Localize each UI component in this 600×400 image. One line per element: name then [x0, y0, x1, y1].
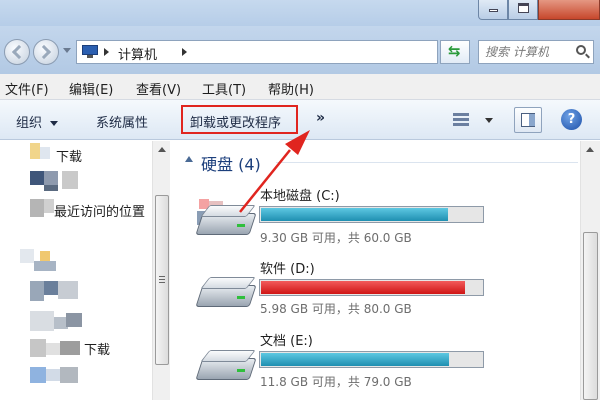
drive-usage-fill — [261, 353, 449, 366]
drive-usage-bar — [259, 351, 484, 368]
chevron-down-icon — [50, 121, 59, 126]
drive-usage-fill — [261, 208, 448, 221]
blurred-icon — [30, 367, 46, 383]
scrollbar-thumb[interactable] — [155, 195, 169, 365]
drive-space-info: 9.30 GB 可用，共 60.0 GB — [260, 231, 412, 245]
search-box[interactable] — [478, 40, 594, 64]
menu-bar: 文件(F) 编辑(E) 查看(V) 工具(T) 帮助(H) — [0, 74, 600, 100]
title-bar — [0, 0, 600, 26]
hard-drive-icon — [195, 199, 257, 239]
address-row: 计算机 ⇆ — [0, 26, 600, 74]
breadcrumb-separator-icon[interactable] — [104, 48, 109, 56]
more-commands-button[interactable]: » — [316, 110, 325, 126]
blurred-icon — [62, 171, 78, 189]
drive-space-info: 11.8 GB 可用，共 79.0 GB — [260, 375, 412, 389]
address-bar[interactable]: 计算机 — [76, 40, 509, 64]
blurred-icon — [30, 199, 44, 217]
menu-edit[interactable]: 编辑(E) — [69, 79, 113, 98]
menu-help[interactable]: 帮助(H) — [268, 79, 314, 98]
minimize-icon — [489, 9, 498, 12]
hard-drive-icon — [195, 271, 257, 311]
blurred-icon — [40, 251, 50, 261]
blurred-icon — [44, 281, 58, 295]
blurred-icon — [30, 339, 46, 357]
collapse-group-icon[interactable] — [185, 156, 193, 162]
refresh-button[interactable]: ⇆ — [440, 40, 470, 64]
blurred-icon — [30, 171, 44, 185]
drive-name: 文档 (E:) — [260, 334, 313, 349]
folder-icon — [40, 147, 50, 159]
blurred-icon — [44, 199, 54, 213]
blurred-icon — [60, 341, 80, 355]
drive-space-info: 5.98 GB 可用，共 80.0 GB — [260, 302, 412, 316]
menu-tools[interactable]: 工具(T) — [202, 79, 246, 98]
hard-drive-icon — [195, 344, 257, 384]
view-dropdown-icon[interactable] — [485, 118, 493, 123]
nav-pane-scrollbar[interactable] — [152, 141, 170, 400]
navigation-pane: 下载 最近访问的位置 下载 — [0, 141, 170, 400]
maximize-icon — [518, 3, 529, 13]
search-icon[interactable] — [576, 45, 586, 55]
help-icon[interactable]: ? — [561, 109, 582, 130]
folder-icon — [30, 143, 40, 159]
organize-label: 组织 — [16, 116, 43, 131]
forward-arrow-icon — [36, 44, 52, 60]
content-scrollbar[interactable] — [580, 141, 600, 400]
scrollbar-thumb[interactable] — [583, 232, 598, 400]
nav-item-recent-places[interactable]: 最近访问的位置 — [54, 201, 145, 220]
hard-drives-group-header[interactable]: 硬盘 (4) — [201, 151, 261, 175]
change-view-icon[interactable] — [453, 112, 469, 128]
drive-name: 本地磁盘 (C:) — [260, 189, 340, 204]
menu-file[interactable]: 文件(F) — [5, 79, 49, 98]
preview-pane-button[interactable] — [514, 107, 542, 133]
blurred-icon — [44, 171, 58, 185]
scroll-up-arrow-icon[interactable] — [586, 147, 594, 152]
drive-usage-bar — [259, 279, 484, 296]
system-properties-button[interactable]: 系统属性 — [96, 112, 148, 131]
blurred-icon — [34, 261, 56, 271]
breadcrumb-separator-icon[interactable] — [182, 48, 187, 56]
drive-usage-bar — [259, 206, 484, 223]
blurred-icon — [30, 311, 54, 331]
maximize-button[interactable] — [508, 0, 538, 20]
blurred-icon — [60, 367, 78, 383]
blurred-icon — [20, 249, 34, 263]
blurred-icon — [66, 313, 82, 327]
blurred-icon — [30, 281, 44, 301]
group-divider — [276, 162, 578, 163]
forward-button[interactable] — [33, 39, 59, 65]
annotation-highlight-box — [181, 105, 298, 134]
drive-name: 软件 (D:) — [260, 262, 315, 277]
blurred-icon — [58, 281, 78, 299]
nav-item-downloads-2[interactable]: 下载 — [84, 339, 110, 358]
back-arrow-icon — [11, 44, 27, 60]
close-button[interactable] — [538, 0, 600, 20]
refresh-icon: ⇆ — [448, 42, 461, 60]
back-button[interactable] — [4, 39, 30, 65]
computer-icon — [82, 45, 98, 59]
scroll-up-arrow-icon[interactable] — [158, 147, 166, 152]
blurred-icon — [46, 343, 60, 355]
menu-view[interactable]: 查看(V) — [136, 79, 181, 98]
organize-button[interactable]: 组织 — [16, 112, 59, 131]
blurred-icon — [44, 185, 58, 191]
drive-usage-fill — [261, 281, 465, 294]
blurred-icon — [46, 369, 60, 381]
minimize-button[interactable] — [478, 0, 508, 20]
search-input[interactable] — [485, 43, 573, 61]
preview-pane-icon — [521, 113, 535, 127]
command-bar: 组织 系统属性 卸载或更改程序 » ? — [0, 100, 600, 140]
recent-pages-dropdown[interactable] — [63, 48, 71, 53]
breadcrumb-computer[interactable]: 计算机 — [118, 44, 157, 63]
nav-item-downloads[interactable]: 下载 — [56, 146, 82, 165]
grip-icon — [159, 276, 165, 283]
